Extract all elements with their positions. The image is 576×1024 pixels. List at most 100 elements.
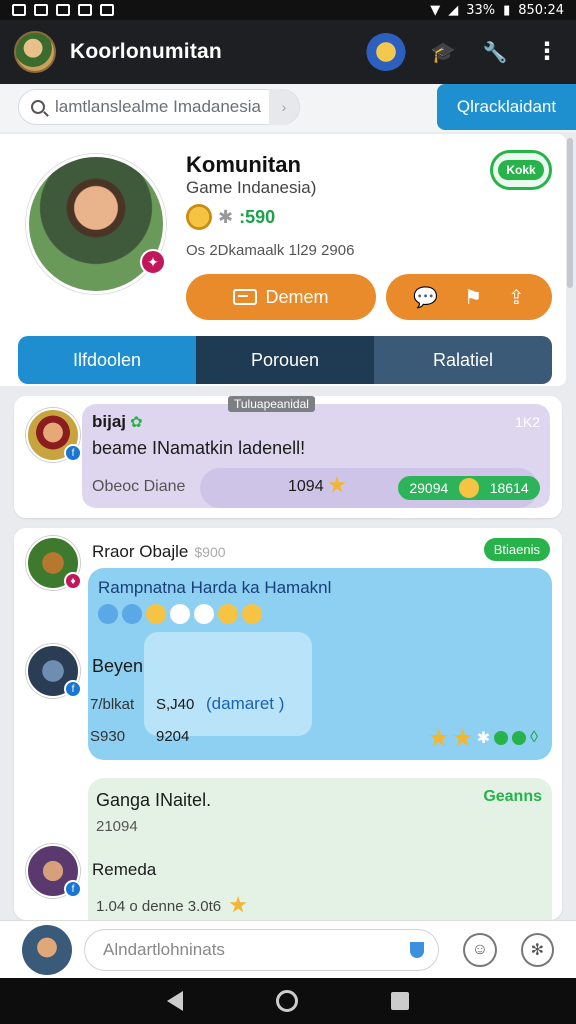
notification-icon xyxy=(100,4,114,16)
verified-badge-icon: ✦ xyxy=(140,249,166,275)
app-logo xyxy=(14,31,56,73)
message-placeholder: Alndartlohninats xyxy=(103,939,225,959)
app-title: Koorlonumitan xyxy=(70,40,222,63)
badge-icon: ♦ xyxy=(64,572,82,590)
snowflake-icon: ✻ xyxy=(530,941,544,959)
reply-link[interactable]: (damaret ) xyxy=(206,694,284,714)
search-row: lamtlanslеalme Imadanesia › Qlracklaidan… xyxy=(0,84,576,132)
sparkle-icon xyxy=(170,604,190,624)
emoji-icon xyxy=(98,604,118,624)
settings-button[interactable]: ✻ xyxy=(520,932,554,967)
wifi-icon: ▼ xyxy=(430,2,441,18)
quick-action-button[interactable]: Qlracklaidant xyxy=(437,84,576,130)
message-composer: Alndartlohninats ☺ ✻ xyxy=(0,920,576,978)
community-score: :590 xyxy=(239,206,276,227)
post-footer: 1.04 o denne 3.0t6 xyxy=(96,896,247,915)
status-bar: ▼ ◢ 33% ▮ 850:24 xyxy=(0,0,576,20)
emoji-row xyxy=(98,604,262,624)
join-button[interactable]: Demem xyxy=(186,274,376,320)
star-icon[interactable] xyxy=(429,728,449,747)
emoji-icon xyxy=(122,604,142,624)
sparkle-icon xyxy=(194,604,214,624)
emoji-icon xyxy=(218,604,238,624)
leaf-icon: ✿ xyxy=(130,414,143,431)
asterisk-icon: ✱ xyxy=(476,730,491,747)
community-stats: ✱ :590 xyxy=(186,204,275,230)
search-input[interactable]: lamtlanslеalme Imadanesia › xyxy=(18,89,300,125)
my-avatar[interactable] xyxy=(22,924,72,975)
star-icon[interactable] xyxy=(453,728,473,747)
post-card[interactable]: ♦ Rraor Obajle $900 Btiaenis Rampnatna Ha… xyxy=(14,528,562,920)
share-icon[interactable]: ⇪ xyxy=(508,285,525,310)
avatar[interactable]: f xyxy=(26,644,82,698)
home-icon[interactable] xyxy=(275,990,298,1012)
notification-icon xyxy=(56,4,70,16)
graduation-cap-icon[interactable]: 🎓 xyxy=(428,37,458,67)
community-created-date: Os 2Dkamaalk 1l29 2906 xyxy=(186,242,355,259)
guild-emblem-icon[interactable] xyxy=(366,33,406,71)
community-avatar[interactable] xyxy=(26,154,166,294)
battery-level: 33% xyxy=(466,2,496,18)
post-author: Rraor Obajle $900 xyxy=(92,542,226,561)
reaction-count: 1094 xyxy=(288,478,324,495)
chat-icon[interactable]: 💬 xyxy=(413,285,438,310)
emoji-button[interactable]: ☺ xyxy=(463,932,497,967)
online-status-toggle[interactable]: Kokk xyxy=(490,150,552,190)
reply-bubble xyxy=(144,632,312,736)
smiley-icon: ☺ xyxy=(471,940,489,958)
search-placeholder: lamtlanslеalme Imadanesia xyxy=(55,97,261,116)
facebook-icon: f xyxy=(64,680,82,698)
reaction-count-right: 18614 xyxy=(489,480,529,496)
drop-icon: ◊ xyxy=(530,729,538,746)
recents-icon[interactable] xyxy=(391,992,410,1010)
back-icon[interactable] xyxy=(166,991,183,1011)
avatar[interactable]: f xyxy=(26,844,82,898)
status-badge: Kokk xyxy=(498,160,544,180)
app-bar: Koorlonumitan 🎓 🔧 ⋮ xyxy=(0,20,576,84)
notification-icon xyxy=(34,4,48,16)
post-text: beame INamatkin ladenell! xyxy=(92,438,306,458)
community-name: Komunitan xyxy=(186,152,301,177)
card-icon xyxy=(233,289,258,305)
post-text: Rampnatna Harda ka Hamaknl xyxy=(98,578,332,597)
section-number: 21094 xyxy=(96,818,138,835)
reaction-pill[interactable]: 29094 18614 xyxy=(398,476,540,500)
chevron-right-icon[interactable]: › xyxy=(269,89,299,125)
clock: 850:24 xyxy=(518,2,564,18)
join-button-label: Demem xyxy=(265,286,329,307)
post-card[interactable]: f bijaj ✿ 1K2 beame INamatkin ladenell! O… xyxy=(14,396,562,518)
reply-value: 9204 xyxy=(156,728,190,745)
reply-author: Beyen xyxy=(92,656,144,676)
green-dot-icon xyxy=(512,731,527,745)
green-dot-icon xyxy=(494,731,509,745)
search-icon xyxy=(31,100,45,114)
post-footer: Obeoc Diane xyxy=(92,478,186,495)
more-menu-icon[interactable]: ⋮ xyxy=(532,37,562,67)
tab-1[interactable]: Ilfdoolen xyxy=(18,336,196,384)
emoji-icon xyxy=(242,604,262,624)
tab-2[interactable]: Porouen xyxy=(196,336,374,384)
quick-actions-group: 💬 ⚑ ⇪ xyxy=(386,274,552,320)
avatar[interactable]: f xyxy=(26,408,82,462)
notification-icon xyxy=(12,4,26,16)
reaction-count-left: 29094 xyxy=(409,480,449,496)
system-nav-bar xyxy=(0,978,576,1024)
facebook-icon: f xyxy=(64,880,82,898)
community-profile-card: ✦ Komunitan Game Indanesia) ✱ :590 Os 2D… xyxy=(0,134,566,386)
community-subtitle: Game Indanesia) xyxy=(186,178,317,197)
status-badge: Btiaenis xyxy=(483,538,550,561)
avatar[interactable]: ♦ xyxy=(26,536,82,590)
message-input[interactable]: Alndartlohninats xyxy=(84,928,440,971)
profile-tabs: Ilfdoolen Porouen Ralatiel xyxy=(18,336,552,384)
star-icon[interactable] xyxy=(229,896,247,913)
star-icon: ✱ xyxy=(218,206,234,227)
tab-3[interactable]: Ralatiel xyxy=(374,336,552,384)
emoji-icon xyxy=(146,604,166,624)
flag-icon[interactable]: ⚑ xyxy=(464,285,482,310)
post-author: bijaj ✿ xyxy=(92,412,143,431)
scrollbar[interactable] xyxy=(567,138,573,288)
wrench-icon[interactable]: 🔧 xyxy=(480,37,510,67)
section-tag[interactable]: Geanns xyxy=(483,788,542,806)
section-title: Ganga INaitel. xyxy=(96,790,212,810)
reply-author: Remeda xyxy=(92,860,157,879)
